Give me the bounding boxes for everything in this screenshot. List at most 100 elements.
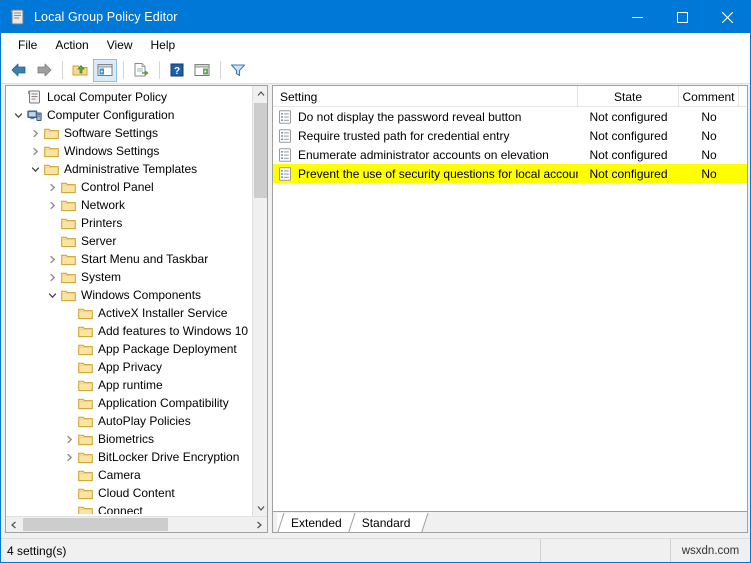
folder-icon — [77, 377, 94, 393]
tree-item-administrative-templates[interactable]: Administrative Templates — [6, 160, 253, 178]
tree-item-add-features-to-windows-10[interactable]: Add features to Windows 10 — [6, 322, 253, 340]
tree-item-bitlocker-drive-encryption[interactable]: BitLocker Drive Encryption — [6, 448, 253, 466]
tree-hscroll-thumb[interactable] — [23, 518, 168, 531]
tree-item-label: Administrative Templates — [64, 162, 198, 176]
settings-list-pane: Setting State Comment Do not display the… — [272, 85, 748, 533]
tree-item-label: Network — [81, 198, 126, 212]
tree-item-start-menu-and-taskbar[interactable]: Start Menu and Taskbar — [6, 250, 253, 268]
folder-icon — [77, 359, 94, 375]
menu-file[interactable]: File — [9, 35, 46, 55]
scroll-down-icon[interactable] — [253, 500, 267, 516]
tree-item-app-package-deployment[interactable]: App Package Deployment — [6, 340, 253, 358]
tab-standard[interactable]: Standard — [347, 513, 423, 532]
setting-name: Do not display the password reveal butto… — [298, 109, 522, 124]
console-tree[interactable]: Local Computer Policy Computer Configurat… — [6, 88, 253, 514]
chevron-down-icon[interactable] — [44, 287, 60, 303]
tree-item-label: Printers — [81, 216, 123, 230]
folder-icon — [77, 413, 94, 429]
scroll-right-icon[interactable] — [251, 517, 267, 532]
cell-state: Not configured — [589, 109, 668, 124]
chevron-right-icon[interactable] — [44, 179, 60, 195]
title-bar: Local Group Policy Editor — [1, 1, 750, 33]
view-tabs-strip: Extended Standard — [273, 511, 747, 532]
tree-item-windows-settings[interactable]: Windows Settings — [6, 142, 253, 160]
help-icon[interactable]: ? — [165, 59, 189, 82]
tree-item-label: Local Computer Policy — [47, 90, 168, 104]
tree-item-autoplay-policies[interactable]: AutoPlay Policies — [6, 412, 253, 430]
folder-icon — [43, 125, 60, 141]
tree-item-cloud-content[interactable]: Cloud Content — [6, 484, 253, 502]
chevron-placeholder — [61, 359, 77, 375]
cell-setting: Require trusted path for credential entr… — [273, 126, 578, 145]
cell-setting: Prevent the use of security questions fo… — [273, 164, 578, 183]
up-folder-icon[interactable] — [68, 59, 92, 82]
tree-item-system[interactable]: System — [6, 268, 253, 286]
table-row[interactable]: Prevent the use of security questions fo… — [273, 164, 747, 183]
column-header-setting[interactable]: Setting — [273, 86, 578, 107]
window-title: Local Group Policy Editor — [34, 10, 178, 24]
tree-horizontal-scrollbar[interactable] — [6, 516, 267, 532]
view-tabs[interactable]: Extended Standard — [273, 512, 747, 532]
toolbar-separator — [220, 61, 221, 79]
chevron-right-icon[interactable] — [61, 431, 77, 447]
tree-item-label: App Privacy — [98, 360, 163, 374]
tree-item-server[interactable]: Server — [6, 232, 253, 250]
folder-icon — [60, 269, 77, 285]
tree-item-biometrics[interactable]: Biometrics — [6, 430, 253, 448]
chevron-right-icon[interactable] — [61, 449, 77, 465]
export-list-icon[interactable] — [129, 59, 153, 82]
status-middle — [541, 538, 671, 562]
chevron-right-icon[interactable] — [44, 251, 60, 267]
tree-item-application-compatibility[interactable]: Application Compatibility — [6, 394, 253, 412]
back-icon[interactable] — [7, 59, 31, 82]
tree-item-network[interactable]: Network — [6, 196, 253, 214]
tree-item-computer-configuration[interactable]: Computer Configuration — [6, 106, 253, 124]
filter-icon[interactable] — [226, 59, 250, 82]
toolbar: ? — [1, 57, 750, 84]
minimize-button[interactable] — [615, 1, 660, 33]
folder-icon — [77, 449, 94, 465]
folder-icon — [77, 305, 94, 321]
chevron-down-icon[interactable] — [10, 107, 26, 123]
folder-icon — [43, 143, 60, 159]
tree-item-camera[interactable]: Camera — [6, 466, 253, 484]
chevron-right-icon[interactable] — [27, 125, 43, 141]
chevron-down-icon[interactable] — [27, 161, 43, 177]
tree-vertical-scrollbar[interactable] — [252, 86, 267, 516]
policy-setting-icon — [278, 166, 292, 181]
tree-item-label: Control Panel — [81, 180, 154, 194]
settings-list[interactable]: Do not display the password reveal butto… — [273, 107, 747, 532]
menu-action[interactable]: Action — [46, 35, 97, 55]
tree-item-app-runtime[interactable]: App runtime — [6, 376, 253, 394]
table-row[interactable]: Enumerate administrator accounts on elev… — [273, 145, 747, 164]
tree-item-local-computer-policy[interactable]: Local Computer Policy — [6, 88, 253, 106]
tree-item-activex-installer-service[interactable]: ActiveX Installer Service — [6, 304, 253, 322]
tree-item-software-settings[interactable]: Software Settings — [6, 124, 253, 142]
chevron-right-icon[interactable] — [27, 143, 43, 159]
tree-item-windows-components[interactable]: Windows Components — [6, 286, 253, 304]
chevron-right-icon[interactable] — [44, 269, 60, 285]
tree-scroll-thumb[interactable] — [254, 103, 267, 198]
tab-extended[interactable]: Extended — [277, 513, 354, 532]
folder-icon — [77, 431, 94, 447]
show-action-pane-icon[interactable] — [190, 59, 214, 82]
tree-item-printers[interactable]: Printers — [6, 214, 253, 232]
chevron-placeholder — [61, 305, 77, 321]
menu-view[interactable]: View — [98, 35, 142, 55]
forward-icon[interactable] — [32, 59, 56, 82]
maximize-button[interactable] — [660, 1, 705, 33]
scroll-left-icon[interactable] — [6, 517, 22, 532]
table-row[interactable]: Do not display the password reveal butto… — [273, 107, 747, 126]
close-button[interactable] — [705, 1, 750, 33]
column-header-state[interactable]: State — [578, 86, 679, 107]
tree-item-app-privacy[interactable]: App Privacy — [6, 358, 253, 376]
tree-item-connect[interactable]: Connect — [6, 502, 253, 514]
show-hide-tree-icon[interactable] — [93, 58, 117, 82]
tree-item-control-panel[interactable]: Control Panel — [6, 178, 253, 196]
scroll-up-icon[interactable] — [253, 86, 267, 102]
chevron-right-icon[interactable] — [44, 197, 60, 213]
table-row[interactable]: Require trusted path for credential entr… — [273, 126, 747, 145]
cell-setting: Enumerate administrator accounts on elev… — [273, 145, 578, 164]
menu-help[interactable]: Help — [142, 35, 185, 55]
column-header-comment[interactable]: Comment — [679, 86, 739, 107]
